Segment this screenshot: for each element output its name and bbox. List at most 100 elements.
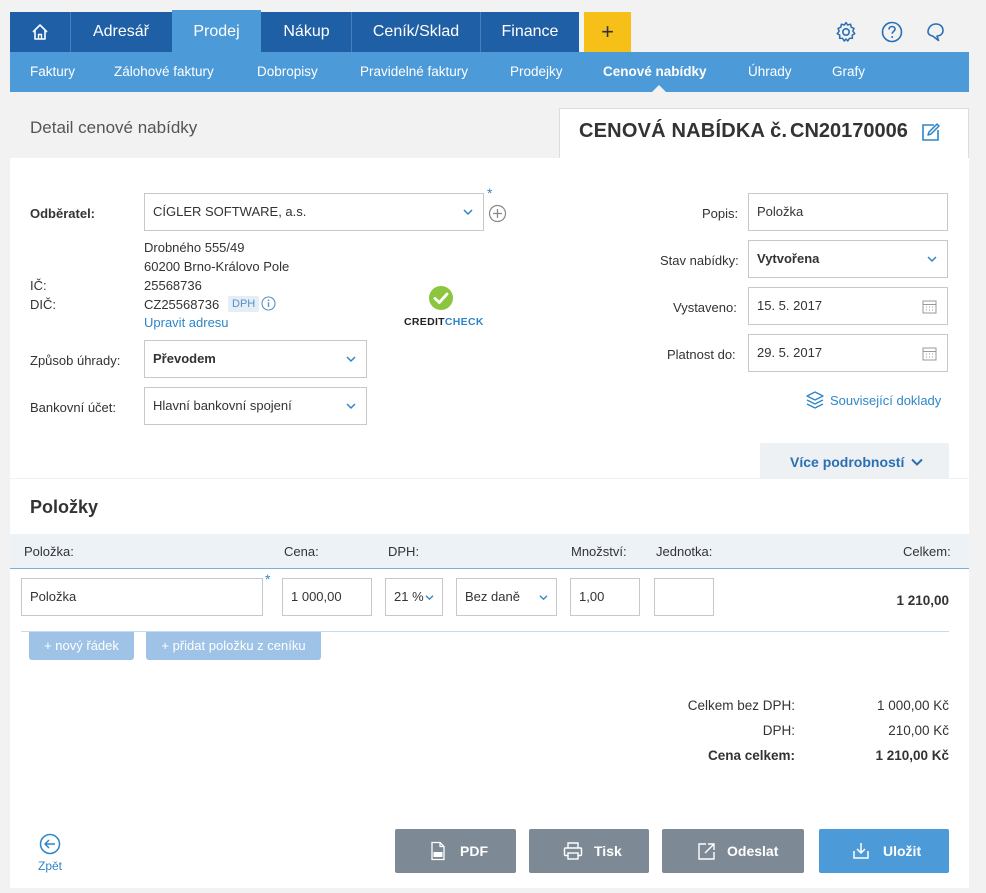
tab-adresar[interactable]: Adresář bbox=[71, 12, 171, 52]
item-vat-type-select[interactable]: Bez daně bbox=[456, 578, 557, 616]
item-name-value: Položka bbox=[30, 589, 77, 604]
save-label: Uložit bbox=[883, 843, 922, 859]
subnav-pravidelne-faktury[interactable]: Pravidelné faktury bbox=[360, 52, 468, 92]
check-icon bbox=[429, 286, 453, 310]
chat-icon[interactable] bbox=[924, 20, 948, 44]
chevron-down-icon bbox=[346, 356, 356, 363]
new-row-button[interactable]: + nový řádek bbox=[29, 632, 134, 660]
customer-street: Drobného 555/49 bbox=[144, 240, 245, 255]
vat-payer-badge: DPH bbox=[228, 296, 260, 312]
customer-select[interactable]: CÍGLER SOFTWARE, a.s. bbox=[144, 193, 484, 231]
vat-total-value: 210,00 Kč bbox=[888, 723, 949, 738]
stav-value: Vytvořena bbox=[757, 251, 820, 266]
dic-label: DIČ: bbox=[30, 297, 56, 312]
stav-select[interactable]: Vytvořena bbox=[748, 240, 948, 278]
edit-address-link[interactable]: Upravit adresu bbox=[144, 315, 229, 330]
subnav-grafy[interactable]: Grafy bbox=[832, 52, 865, 92]
subnav-zalohove-faktury[interactable]: Zálohové faktury bbox=[114, 52, 214, 92]
tab-home[interactable] bbox=[10, 12, 70, 52]
customer-city: 60200 Brno-Královo Pole bbox=[144, 259, 290, 274]
item-vat-type-value: Bez daně bbox=[465, 589, 520, 604]
creditcheck-logo-b: CHECK bbox=[444, 316, 484, 328]
tab-prodej[interactable]: Prodej bbox=[172, 10, 261, 52]
item-total: 1 210,00 bbox=[896, 593, 949, 608]
add-customer-icon[interactable] bbox=[488, 204, 507, 223]
subnav-prodejky[interactable]: Prodejky bbox=[510, 52, 563, 92]
add-from-pricelist-button[interactable]: + přidat položku z ceníku bbox=[146, 632, 321, 660]
share-icon bbox=[698, 843, 715, 860]
item-qty-value: 1,00 bbox=[579, 589, 605, 604]
print-label: Tisk bbox=[594, 843, 622, 859]
platnost-label: Platnost do: bbox=[667, 347, 736, 362]
send-label: Odeslat bbox=[727, 843, 779, 859]
add-button[interactable]: + bbox=[584, 12, 631, 52]
printer-icon bbox=[563, 842, 583, 860]
stav-label: Stav nabídky: bbox=[660, 253, 739, 268]
popis-input[interactable]: Položka bbox=[748, 193, 948, 231]
chevron-down-icon bbox=[425, 595, 434, 601]
th-item: Položka: bbox=[24, 544, 74, 559]
ic-value: 25568736 bbox=[144, 278, 202, 293]
item-qty-input[interactable]: 1,00 bbox=[570, 578, 640, 616]
vystaveno-date-input[interactable]: 15. 5. 2017 bbox=[748, 287, 948, 325]
item-unit-input[interactable] bbox=[654, 578, 714, 616]
required-marker: * bbox=[487, 185, 493, 201]
required-marker: * bbox=[265, 571, 271, 587]
th-unit: Jednotka: bbox=[656, 544, 713, 559]
chevron-down-icon bbox=[539, 595, 548, 601]
bank-account-value: Hlavní bankovní spojení bbox=[153, 398, 292, 413]
chevron-down-icon bbox=[346, 403, 356, 410]
save-button[interactable]: Uložit bbox=[819, 829, 949, 873]
help-icon[interactable] bbox=[880, 20, 904, 44]
ic-label: IČ: bbox=[30, 278, 47, 293]
th-vat: DPH: bbox=[388, 544, 420, 559]
item-vat-select[interactable]: 21 % bbox=[385, 578, 443, 616]
creditcheck-logo-a: CREDIT bbox=[404, 316, 445, 328]
payment-method-value: Převodem bbox=[153, 351, 216, 366]
bank-account-select[interactable]: Hlavní bankovní spojení bbox=[144, 387, 367, 425]
back-icon[interactable] bbox=[39, 833, 61, 855]
gear-icon[interactable] bbox=[834, 20, 858, 44]
th-total: Celkem: bbox=[903, 544, 951, 559]
grand-total-label: Cena celkem: bbox=[707, 748, 795, 763]
customer-label: Odběratel: bbox=[30, 206, 96, 221]
subnav-uhrady[interactable]: Úhrady bbox=[748, 52, 792, 92]
tab-nakup[interactable]: Nákup bbox=[262, 12, 351, 52]
item-vat-value: 21 % bbox=[394, 589, 424, 604]
item-name-input[interactable]: Položka bbox=[21, 578, 263, 616]
popis-value: Položka bbox=[757, 204, 804, 219]
pdf-icon bbox=[431, 841, 445, 861]
related-documents-link[interactable]: Související doklady bbox=[830, 393, 941, 408]
active-caret bbox=[652, 85, 666, 92]
print-button[interactable]: Tisk bbox=[529, 829, 649, 873]
calendar-icon[interactable] bbox=[922, 299, 937, 314]
total-without-vat-label: Celkem bez DPH: bbox=[687, 698, 795, 713]
edit-icon[interactable] bbox=[919, 122, 941, 144]
payment-method-select[interactable]: Převodem bbox=[144, 340, 367, 378]
back-link[interactable]: Zpět bbox=[38, 859, 62, 873]
item-price-input[interactable]: 1 000,00 bbox=[282, 578, 372, 616]
subnav-faktury[interactable]: Faktury bbox=[30, 52, 75, 92]
pdf-button[interactable]: PDF bbox=[395, 829, 516, 873]
info-icon[interactable] bbox=[261, 296, 276, 311]
total-without-vat-value: 1 000,00 Kč bbox=[876, 698, 949, 713]
chevron-down-icon bbox=[463, 209, 473, 216]
vat-total-label: DPH: bbox=[762, 723, 795, 738]
tab-finance[interactable]: Finance bbox=[481, 12, 579, 52]
layers-icon bbox=[806, 391, 824, 409]
platnost-value: 29. 5. 2017 bbox=[757, 345, 823, 360]
creditcheck-logo[interactable]: CREDITCHECK bbox=[404, 316, 484, 328]
popis-label: Popis: bbox=[702, 206, 739, 221]
more-details-label: Více podrobností bbox=[790, 454, 905, 470]
grand-total-value: 1 210,00 Kč bbox=[875, 748, 949, 763]
send-button[interactable]: Odeslat bbox=[662, 829, 804, 873]
more-details-button[interactable]: Více podrobností bbox=[760, 443, 949, 479]
document-title: CENOVÁ NABÍDKA č. bbox=[579, 120, 788, 142]
platnost-date-input[interactable]: 29. 5. 2017 bbox=[748, 334, 948, 372]
tab-cenik-sklad[interactable]: Ceník/Sklad bbox=[352, 12, 480, 52]
items-section-title: Položky bbox=[30, 497, 99, 517]
page-title: Detail cenové nabídky bbox=[30, 118, 198, 137]
subnav-dobropisy[interactable]: Dobropisy bbox=[257, 52, 318, 92]
download-icon bbox=[853, 843, 869, 859]
calendar-icon[interactable] bbox=[922, 346, 937, 361]
